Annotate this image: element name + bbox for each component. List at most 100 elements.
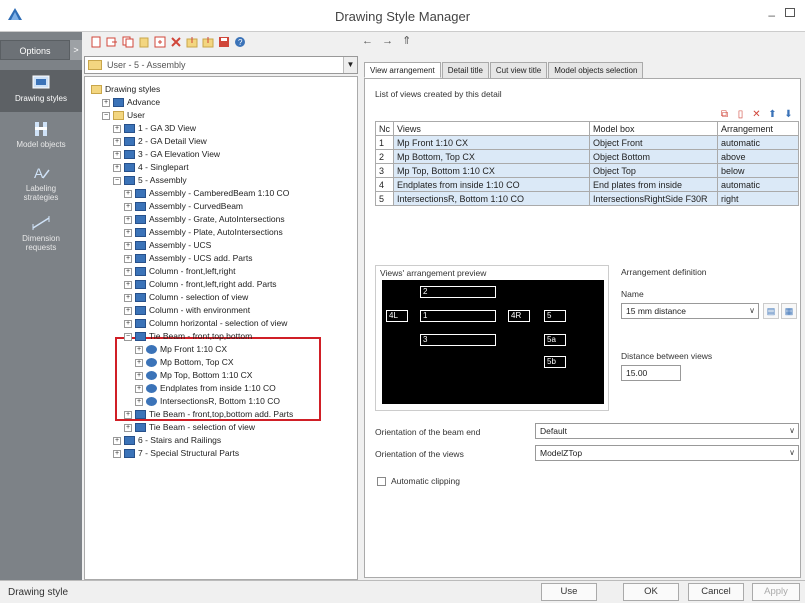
new-icon[interactable]: ▯ [735, 109, 746, 120]
drawing-style-combo[interactable]: User - 5 - Assembly ▼ [84, 56, 358, 74]
copy-icon[interactable]: ⧉ [719, 109, 730, 120]
tree-item[interactable]: − User [102, 109, 145, 121]
expand-icon[interactable]: + [135, 371, 143, 380]
move-down-icon[interactable]: ⬇ [783, 109, 794, 120]
expand-icon[interactable]: + [113, 150, 121, 159]
new-icon[interactable] [90, 36, 102, 48]
sidebar-item-dimension-requests[interactable]: Dimension requests [0, 210, 82, 254]
delete-icon[interactable]: ✕ [751, 109, 762, 120]
collapse-icon[interactable]: − [113, 176, 121, 185]
back-arrow-icon[interactable]: ← [362, 35, 373, 47]
tree-item[interactable]: + Tie Beam - selection of view [124, 421, 255, 433]
tab-view-arrangement[interactable]: View arrangement [364, 62, 441, 78]
tree-item[interactable]: + Assembly - Plate, AutoIntersections [124, 226, 283, 238]
tree-item[interactable]: Drawing styles [91, 83, 160, 95]
expand-icon[interactable]: + [113, 124, 121, 133]
tree-item[interactable]: +4 - Singlepart [113, 161, 189, 173]
tree-item[interactable]: +2 - GA Detail View [113, 135, 207, 147]
column-header[interactable]: Views [393, 121, 590, 136]
expand-icon[interactable]: + [124, 189, 132, 198]
tree-item[interactable]: +6 - Stairs and Railings [113, 434, 221, 446]
drawing-styles-tree[interactable]: Drawing styles + Advance − User +1 - GA 3D Vi… [84, 76, 358, 580]
maximize-button[interactable] [785, 8, 795, 17]
tree-item[interactable]: + Assembly - Grate, AutoIntersections [124, 213, 285, 225]
help-icon[interactable]: ? [234, 36, 246, 48]
sidebar-item-labeling-strategies[interactable]: A Labeling strategies [0, 160, 82, 204]
up-arrow-icon[interactable]: ⇑ [402, 35, 411, 47]
beam-end-orientation-select[interactable]: Default ∨ [535, 423, 799, 439]
export-icon[interactable] [106, 36, 118, 48]
import-icon[interactable] [186, 36, 198, 48]
tab-cut-view-title[interactable]: Cut view title [489, 62, 548, 78]
duplicate-icon[interactable] [154, 36, 166, 48]
sidebar-item-model-objects[interactable]: Model objects [0, 116, 82, 156]
use-button[interactable]: Use [541, 583, 597, 601]
move-up-icon[interactable]: ⬆ [767, 109, 778, 120]
expand-icon[interactable]: + [135, 397, 143, 406]
table-row[interactable]: 4 Endplates from inside 1:10 CO End plates… [375, 177, 799, 192]
tree-item[interactable]: + Assembly - UCS [124, 239, 211, 251]
export-all-icon[interactable] [202, 36, 214, 48]
expand-icon[interactable]: + [135, 384, 143, 393]
tree-item[interactable]: + Advance [102, 96, 160, 108]
options-button[interactable]: Options [0, 40, 70, 60]
forward-arrow-icon[interactable]: → [382, 35, 393, 47]
tree-item[interactable]: − 5 - Assembly [113, 174, 187, 186]
tree-item[interactable]: + Assembly - UCS add. Parts [124, 252, 252, 264]
delete-icon[interactable] [170, 36, 182, 48]
tree-item[interactable]: + Tie Beam - front,top,bottom add. Parts [124, 408, 293, 420]
expand-icon[interactable]: + [113, 137, 121, 146]
table-row[interactable]: 1 Mp Front 1:10 CX Object Front automatic [375, 135, 799, 150]
tree-item[interactable]: − Tie Beam - front,top,bottom [124, 330, 252, 342]
tree-item[interactable]: + IntersectionsR, Bottom 1:10 CO [135, 395, 280, 407]
tree-item[interactable]: + Column - with environment [124, 304, 250, 316]
expand-icon[interactable]: + [124, 254, 132, 263]
expand-icon[interactable]: + [124, 306, 132, 315]
chevron-down-icon[interactable]: ▼ [343, 57, 357, 73]
paste-icon[interactable] [138, 36, 150, 48]
sidebar-item-drawing-styles[interactable]: Drawing styles [0, 70, 82, 112]
save-icon[interactable] [218, 36, 230, 48]
expand-icon[interactable]: + [124, 228, 132, 237]
tree-item[interactable]: + Column - front,left,right add. Parts [124, 278, 277, 290]
tree-item[interactable]: + Column horizontal - selection of view [124, 317, 287, 329]
table-row[interactable]: 3 Mp Top, Bottom 1:10 CX Object Top below [375, 163, 799, 178]
expand-icon[interactable]: + [124, 410, 132, 419]
views-orientation-select[interactable]: ModelZTop ∨ [535, 445, 799, 461]
expand-icon[interactable]: + [113, 449, 121, 458]
automatic-clipping-checkbox[interactable] [377, 477, 386, 486]
tree-item[interactable]: + Assembly - CurvedBeam [124, 200, 243, 212]
tab-detail-title[interactable]: Detail title [441, 62, 489, 78]
arrangement-grid-button[interactable]: ▦ [781, 303, 797, 319]
expand-icon[interactable]: + [124, 215, 132, 224]
tree-item[interactable]: + Mp Top, Bottom 1:10 CX [135, 369, 252, 381]
copy-icon[interactable] [122, 36, 134, 48]
collapse-icon[interactable]: − [102, 111, 110, 120]
expand-icon[interactable]: + [113, 163, 121, 172]
edit-arrangement-button[interactable]: ▤ [763, 303, 779, 319]
column-header[interactable]: Nc [375, 121, 394, 136]
expand-icon[interactable]: + [135, 345, 143, 354]
sidebar-toggle-button[interactable]: > [70, 40, 82, 60]
cancel-button[interactable]: Cancel [688, 583, 744, 601]
expand-icon[interactable]: + [113, 436, 121, 445]
column-header[interactable]: Arrangement [717, 121, 799, 136]
tree-item[interactable]: + Mp Front 1:10 CX [135, 343, 227, 355]
tree-item[interactable]: +3 - GA Elevation View [113, 148, 220, 160]
expand-icon[interactable]: + [124, 202, 132, 211]
tree-item[interactable]: +1 - GA 3D View [113, 122, 196, 134]
ok-button[interactable]: OK [623, 583, 679, 601]
expand-icon[interactable]: + [135, 358, 143, 367]
tree-item[interactable]: + Column - selection of view [124, 291, 248, 303]
tree-item[interactable]: + Endplates from inside 1:10 CO [135, 382, 276, 394]
apply-button[interactable]: Apply [752, 583, 800, 601]
column-header[interactable]: Model box [589, 121, 718, 136]
tree-item[interactable]: + Mp Bottom, Top CX [135, 356, 234, 368]
minimize-button[interactable]: – [768, 8, 775, 22]
expand-icon[interactable]: + [124, 241, 132, 250]
expand-icon[interactable]: + [124, 267, 132, 276]
table-row[interactable]: 5 IntersectionsR, Bottom 1:10 CO Intersect… [375, 191, 799, 206]
expand-icon[interactable]: + [124, 423, 132, 432]
table-row[interactable]: 2 Mp Bottom, Top CX Object Bottom above [375, 149, 799, 164]
tree-item[interactable]: + Assembly - CamberedBeam 1:10 CO [124, 187, 289, 199]
